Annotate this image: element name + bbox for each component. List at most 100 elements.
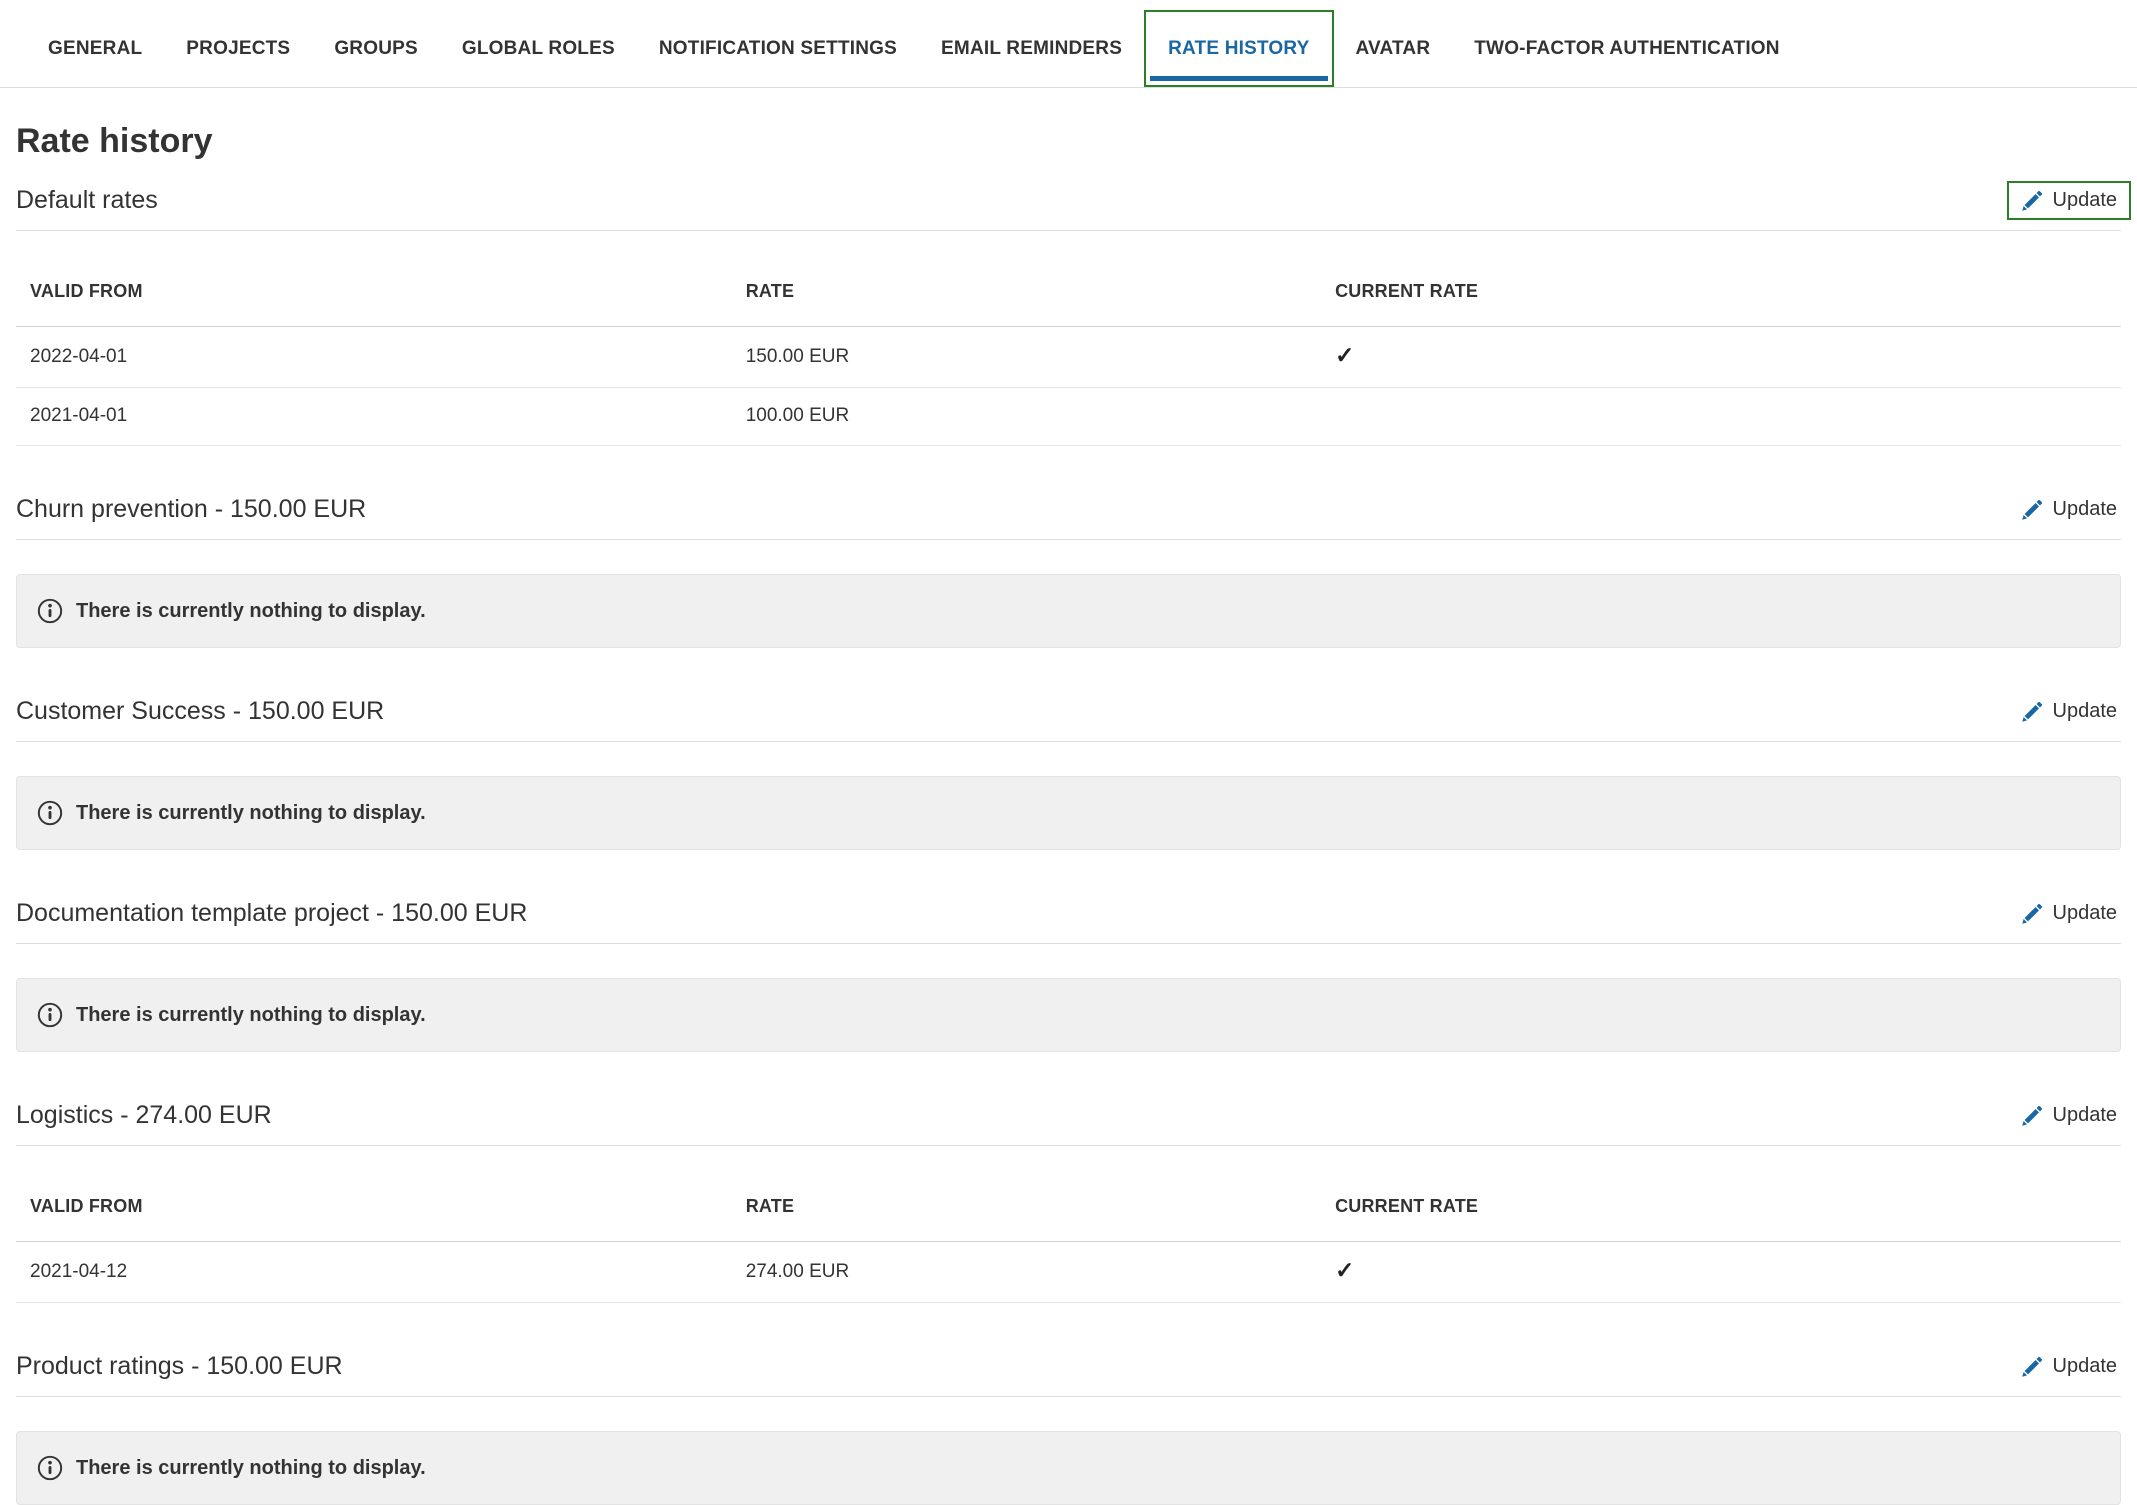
info-icon: [37, 800, 63, 826]
section-title: Customer Success - 150.00 EUR: [16, 697, 384, 726]
section-header: Product ratings - 150.00 EUR Update: [16, 1349, 2121, 1397]
column-header-current-rate: CURRENT RATE: [1321, 259, 2121, 327]
tab-global-roles[interactable]: GLOBAL ROLES: [440, 10, 637, 87]
tab-general[interactable]: GENERAL: [26, 10, 164, 87]
update-button[interactable]: Update: [2007, 1096, 2132, 1135]
edit-pencil-icon: [2021, 903, 2043, 925]
section-body: There is currently nothing to display.: [16, 978, 2121, 1052]
valid-from-cell: 2022-04-01: [16, 327, 732, 388]
tab-avatar[interactable]: AVATAR: [1334, 10, 1453, 87]
valid-from-cell: 2021-04-01: [16, 388, 732, 446]
user-settings-tab-bar: GENERAL PROJECTS GROUPS GLOBAL ROLES NOT…: [0, 0, 2137, 88]
update-button-label: Update: [2053, 1355, 2118, 1378]
update-button[interactable]: Update: [2007, 181, 2132, 220]
section-title: Churn prevention - 150.00 EUR: [16, 495, 366, 524]
tab-label: RATE HISTORY: [1168, 38, 1309, 60]
edit-pencil-icon: [2021, 701, 2043, 723]
current-rate-cell: ✓: [1321, 1242, 2121, 1303]
tab-label: GROUPS: [334, 38, 418, 60]
tab-label: NOTIFICATION SETTINGS: [659, 38, 897, 60]
rate-row: 2021-04-12 274.00 EUR ✓: [16, 1242, 2121, 1303]
rates-table: VALID FROM RATE CURRENT RATE 2021-04-12 …: [16, 1174, 2121, 1303]
info-icon: [37, 1002, 63, 1028]
section-title: Documentation template project - 150.00 …: [16, 899, 527, 928]
rates-table-header-row: VALID FROM RATE CURRENT RATE: [16, 1174, 2121, 1242]
rate-sections: Default rates Update VALID FROM RATE CUR…: [16, 183, 2121, 1505]
info-icon: [37, 1455, 63, 1481]
section-title: Default rates: [16, 186, 158, 215]
update-button[interactable]: Update: [2007, 490, 2132, 529]
update-button-label: Update: [2053, 498, 2118, 521]
update-button-label: Update: [2053, 1104, 2118, 1127]
rate-section-documentation-template-project-150-00-eur: Documentation template project - 150.00 …: [16, 896, 2121, 1052]
info-icon: [37, 598, 63, 624]
section-header: Documentation template project - 150.00 …: [16, 896, 2121, 944]
section-body: VALID FROM RATE CURRENT RATE 2022-04-01 …: [16, 259, 2121, 446]
empty-notice-label: There is currently nothing to display.: [76, 1004, 426, 1027]
section-body: There is currently nothing to display.: [16, 574, 2121, 648]
rate-cell: 100.00 EUR: [732, 388, 1321, 446]
page-title: Rate history: [16, 122, 2121, 161]
rate-section-customer-success-150-00-eur: Customer Success - 150.00 EUR Update: [16, 694, 2121, 850]
update-button-label: Update: [2053, 700, 2118, 723]
section-title: Logistics - 274.00 EUR: [16, 1101, 272, 1130]
update-button-label: Update: [2053, 189, 2118, 212]
rate-section-churn-prevention-150-00-eur: Churn prevention - 150.00 EUR Update: [16, 492, 2121, 648]
rate-cell: 274.00 EUR: [732, 1242, 1321, 1303]
valid-from-cell: 2021-04-12: [16, 1242, 732, 1303]
tab-label: PROJECTS: [186, 38, 290, 60]
update-button[interactable]: Update: [2007, 894, 2132, 933]
section-header: Churn prevention - 150.00 EUR Update: [16, 492, 2121, 540]
tab-groups[interactable]: GROUPS: [312, 10, 440, 87]
section-body: VALID FROM RATE CURRENT RATE 2021-04-12 …: [16, 1174, 2121, 1303]
tab-rate-history[interactable]: RATE HISTORY: [1144, 10, 1333, 87]
rate-cell: 150.00 EUR: [732, 327, 1321, 388]
empty-notice-label: There is currently nothing to display.: [76, 600, 426, 623]
update-button[interactable]: Update: [2007, 1347, 2132, 1386]
column-header-valid-from: VALID FROM: [16, 259, 732, 327]
current-rate-cell: [1321, 388, 2121, 446]
tab-label: EMAIL REMINDERS: [941, 38, 1122, 60]
column-header-rate: RATE: [732, 1174, 1321, 1242]
section-body: There is currently nothing to display.: [16, 1431, 2121, 1505]
rate-section-logistics-274-00-eur: Logistics - 274.00 EUR Update VALID FROM…: [16, 1098, 2121, 1303]
rate-row: 2022-04-01 150.00 EUR ✓: [16, 327, 2121, 388]
empty-notice: There is currently nothing to display.: [16, 574, 2121, 648]
empty-notice-label: There is currently nothing to display.: [76, 802, 426, 825]
empty-notice-label: There is currently nothing to display.: [76, 1457, 426, 1480]
rate-section-product-ratings-150-00-eur: Product ratings - 150.00 EUR Update: [16, 1349, 2121, 1505]
edit-pencil-icon: [2021, 1105, 2043, 1127]
tab-projects[interactable]: PROJECTS: [164, 10, 312, 87]
column-header-rate: RATE: [732, 259, 1321, 327]
section-body: There is currently nothing to display.: [16, 776, 2121, 850]
tab-label: AVATAR: [1356, 38, 1431, 60]
edit-pencil-icon: [2021, 190, 2043, 212]
current-rate-cell: ✓: [1321, 327, 2121, 388]
tab-notification-settings[interactable]: NOTIFICATION SETTINGS: [637, 10, 919, 87]
edit-pencil-icon: [2021, 1356, 2043, 1378]
column-header-valid-from: VALID FROM: [16, 1174, 732, 1242]
rates-table: VALID FROM RATE CURRENT RATE 2022-04-01 …: [16, 259, 2121, 446]
rate-section-default-rates: Default rates Update VALID FROM RATE CUR…: [16, 183, 2121, 446]
section-header: Default rates Update: [16, 183, 2121, 231]
section-header: Customer Success - 150.00 EUR Update: [16, 694, 2121, 742]
tab-two-factor-authentication[interactable]: TWO-FACTOR AUTHENTICATION: [1452, 10, 1801, 87]
section-header: Logistics - 274.00 EUR Update: [16, 1098, 2121, 1146]
tab-label: GLOBAL ROLES: [462, 38, 615, 60]
edit-pencil-icon: [2021, 499, 2043, 521]
current-rate-check-icon: ✓: [1335, 342, 1354, 368]
tab-email-reminders[interactable]: EMAIL REMINDERS: [919, 10, 1144, 87]
section-title: Product ratings - 150.00 EUR: [16, 1352, 343, 1381]
tab-label: TWO-FACTOR AUTHENTICATION: [1474, 38, 1779, 60]
column-header-current-rate: CURRENT RATE: [1321, 1174, 2121, 1242]
empty-notice: There is currently nothing to display.: [16, 978, 2121, 1052]
current-rate-check-icon: ✓: [1335, 1257, 1354, 1283]
empty-notice: There is currently nothing to display.: [16, 1431, 2121, 1505]
update-button[interactable]: Update: [2007, 692, 2132, 731]
rate-row: 2021-04-01 100.00 EUR: [16, 388, 2121, 446]
rates-table-header-row: VALID FROM RATE CURRENT RATE: [16, 259, 2121, 327]
empty-notice: There is currently nothing to display.: [16, 776, 2121, 850]
tab-label: GENERAL: [48, 38, 142, 60]
rate-history-page: Rate history Default rates Update VALID …: [0, 122, 2137, 1505]
update-button-label: Update: [2053, 902, 2118, 925]
